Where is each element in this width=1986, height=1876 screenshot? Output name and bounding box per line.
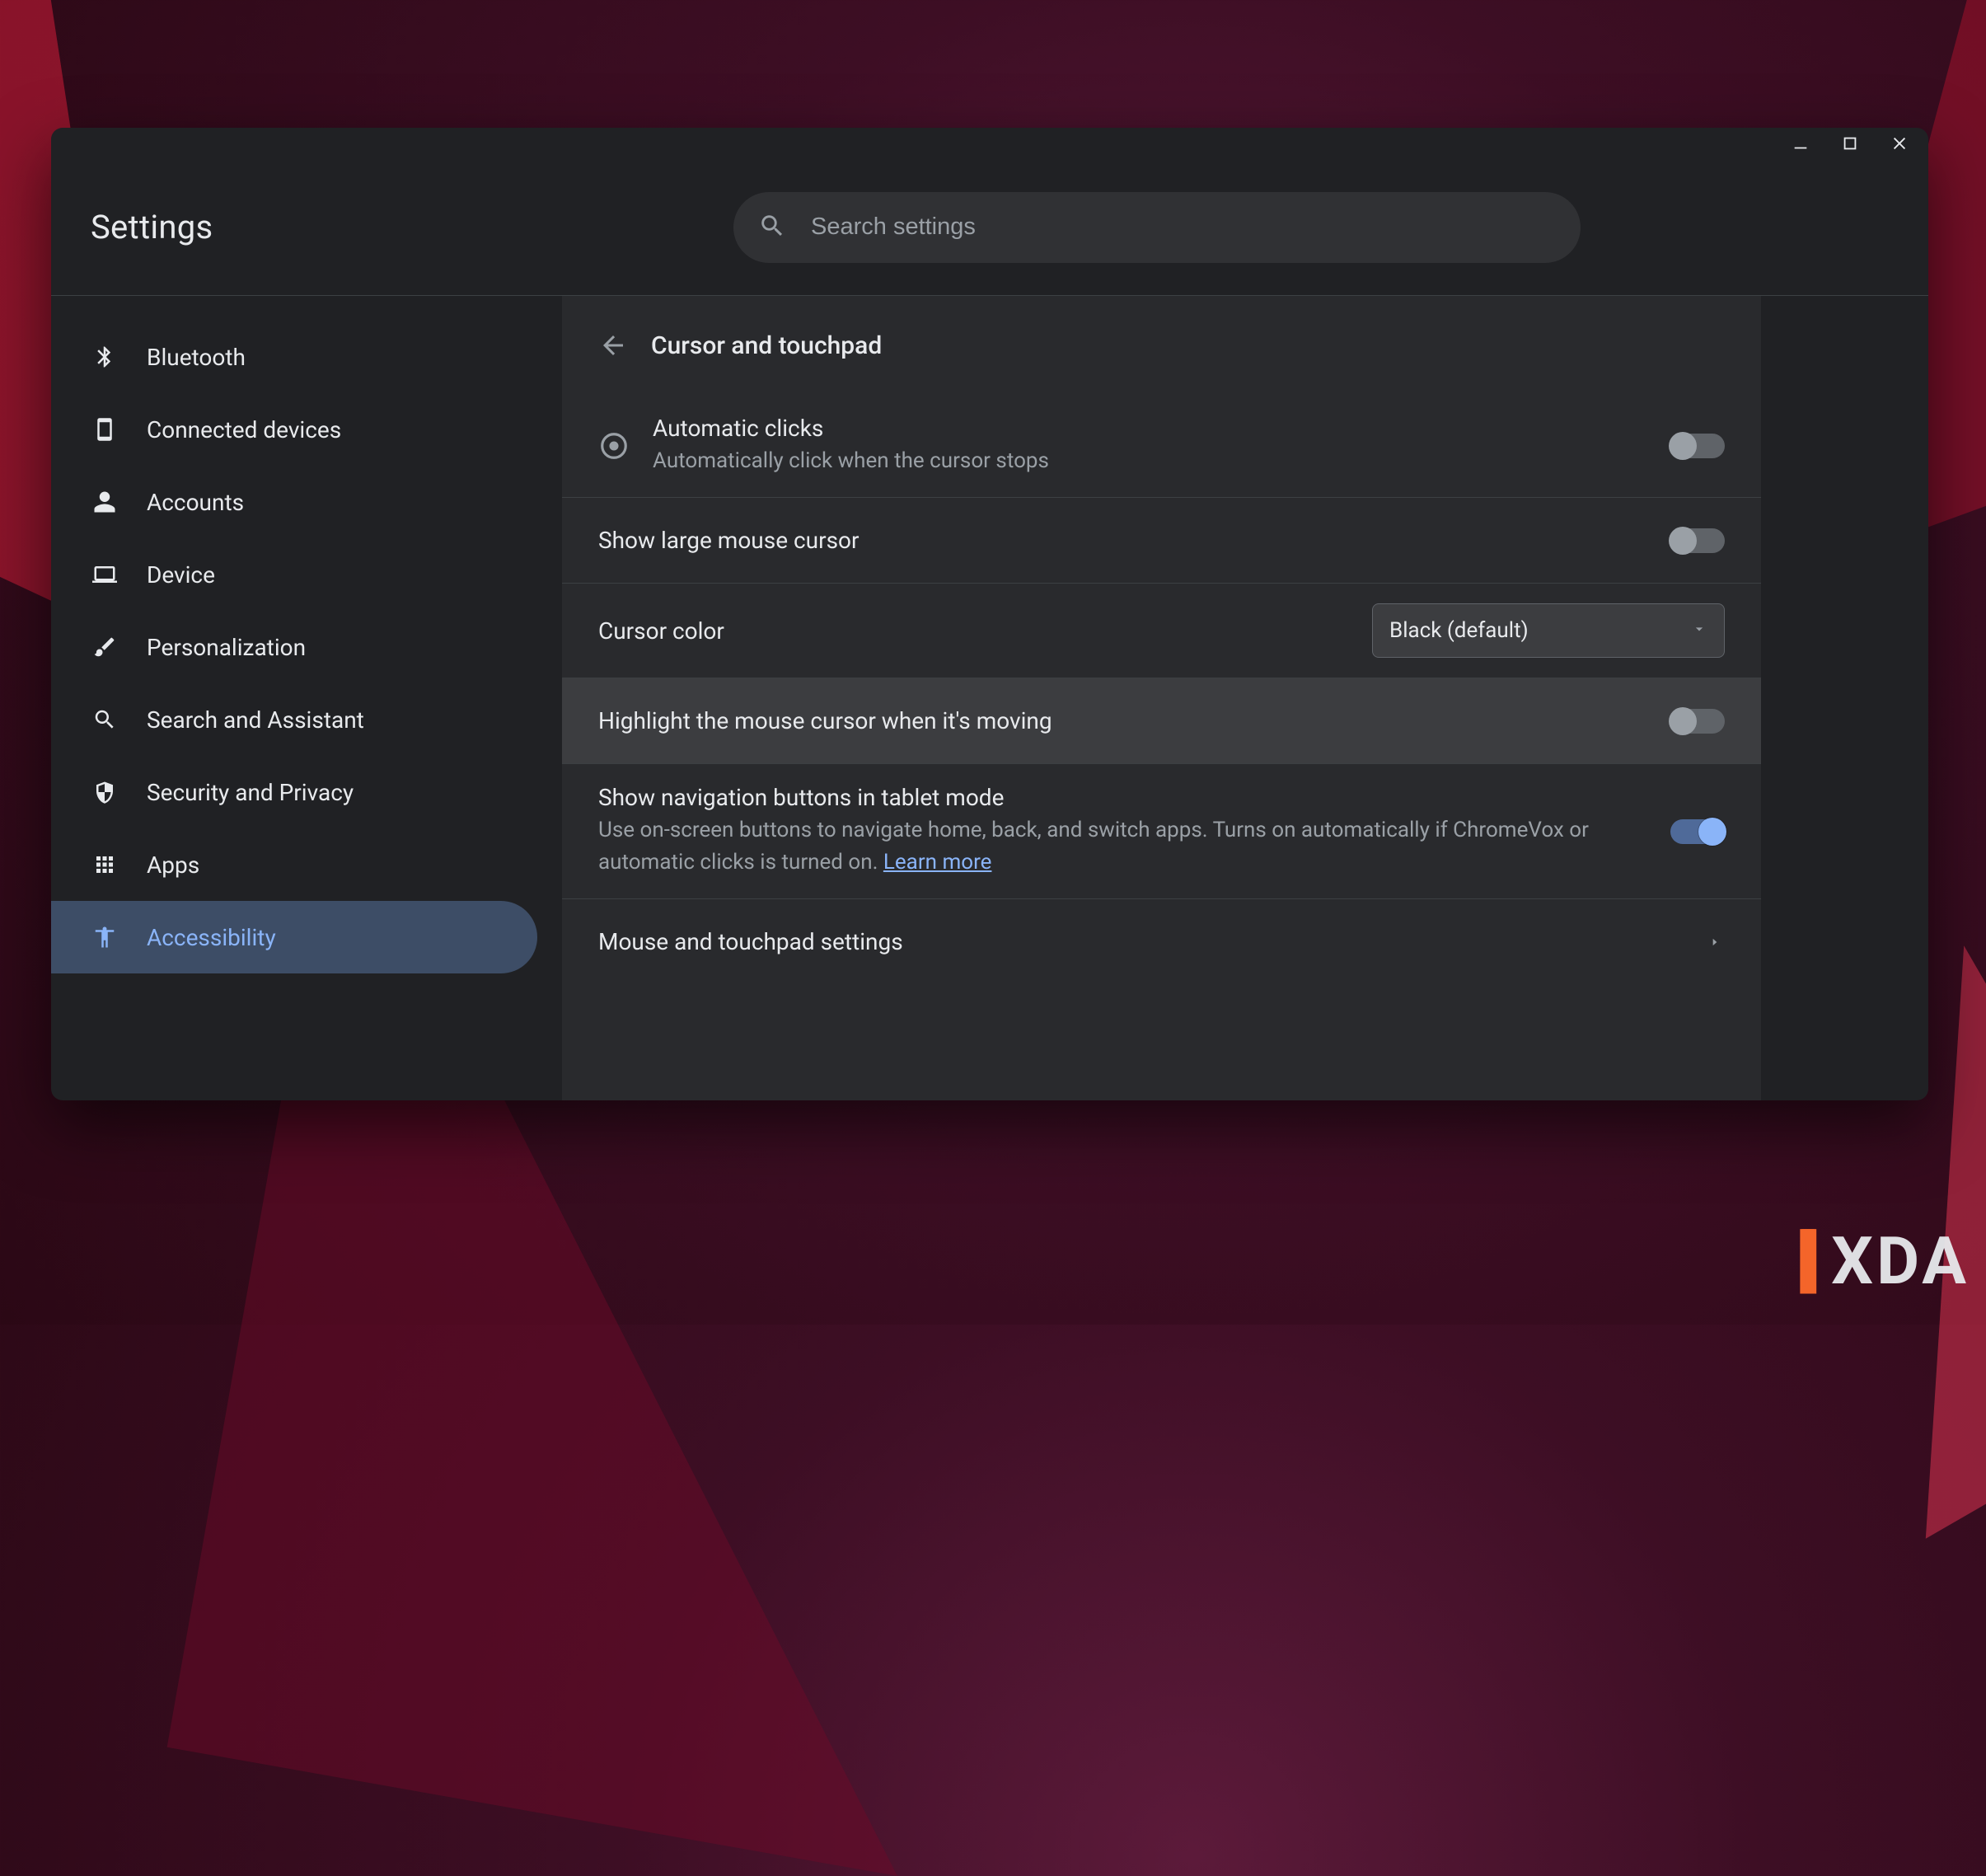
- sidebar-item-bluetooth[interactable]: Bluetooth: [51, 321, 537, 393]
- xda-watermark: [] XDA: [1796, 1222, 1970, 1300]
- search-icon: [91, 706, 119, 734]
- app-title: Settings: [91, 208, 733, 246]
- toggle-highlight-cursor[interactable]: [1670, 709, 1725, 734]
- row-nav-tablet: Show navigation buttons in tablet mode U…: [562, 763, 1761, 898]
- sidebar-item-label: Search and Assistant: [147, 706, 364, 734]
- row-highlight-cursor: Highlight the mouse cursor when it's mov…: [562, 678, 1761, 763]
- row-title: Mouse and touchpad settings: [598, 928, 1682, 955]
- search-box[interactable]: [733, 192, 1581, 263]
- toggle-large-cursor[interactable]: [1670, 528, 1725, 553]
- content-wrap: Cursor and touchpad Automatic clicks Aut…: [562, 296, 1928, 1100]
- target-icon: [598, 430, 630, 462]
- maximize-button[interactable]: [1829, 128, 1871, 159]
- dropdown-value: Black (default): [1389, 618, 1529, 643]
- dropdown-cursor-color[interactable]: Black (default): [1372, 603, 1725, 658]
- chevron-down-icon: [1691, 618, 1707, 643]
- accessibility-icon: [91, 923, 119, 951]
- learn-more-link[interactable]: Learn more: [883, 850, 992, 875]
- row-subtitle: Use on-screen buttons to navigate home, …: [598, 814, 1647, 879]
- sidebar-item-label: Security and Privacy: [147, 779, 354, 806]
- app-header: Settings: [51, 159, 1928, 296]
- bracket-icon: [: [1796, 1224, 1818, 1299]
- sidebar-item-security-privacy[interactable]: Security and Privacy: [51, 756, 537, 828]
- settings-body: Bluetooth Connected devices Accounts Dev…: [51, 296, 1928, 1100]
- bluetooth-icon: [91, 343, 119, 371]
- sidebar-item-label: Bluetooth: [147, 344, 246, 371]
- shield-icon: [91, 778, 119, 806]
- sidebar-item-device[interactable]: Device: [51, 538, 537, 611]
- person-icon: [91, 488, 119, 516]
- back-button[interactable]: [595, 327, 631, 363]
- window-titlebar: [51, 128, 1928, 159]
- row-label: Mouse and touchpad settings: [598, 928, 1682, 955]
- minimize-button[interactable]: [1780, 128, 1821, 159]
- sidebar-item-label: Apps: [147, 851, 199, 879]
- sidebar-item-label: Personalization: [147, 634, 306, 661]
- row-title: Automatic clicks: [653, 415, 1647, 442]
- page-header: Cursor and touchpad: [562, 296, 1761, 395]
- apps-icon: [91, 851, 119, 879]
- chevron-right-icon: [1705, 932, 1725, 952]
- row-label: Show navigation buttons in tablet mode U…: [598, 784, 1647, 879]
- sidebar-item-label: Accounts: [147, 489, 244, 516]
- search-icon: [758, 212, 786, 243]
- content-panel: Cursor and touchpad Automatic clicks Aut…: [562, 296, 1761, 1100]
- row-title: Highlight the mouse cursor when it's mov…: [598, 707, 1647, 734]
- sidebar-item-search-assistant[interactable]: Search and Assistant: [51, 683, 537, 756]
- search-input[interactable]: [811, 213, 1556, 241]
- row-subtitle: Automatically click when the cursor stop…: [653, 445, 1647, 477]
- row-mouse-touchpad[interactable]: Mouse and touchpad settings: [562, 898, 1761, 984]
- row-label: Show large mouse cursor: [598, 527, 1647, 554]
- row-title: Show large mouse cursor: [598, 527, 1647, 554]
- sidebar: Bluetooth Connected devices Accounts Dev…: [51, 296, 562, 1100]
- close-button[interactable]: [1879, 128, 1920, 159]
- row-cursor-color: Cursor color Black (default): [562, 583, 1761, 678]
- row-label: Automatic clicks Automatically click whe…: [653, 415, 1647, 477]
- row-label: Cursor color: [598, 617, 1349, 645]
- settings-list: Automatic clicks Automatically click whe…: [562, 395, 1761, 984]
- sidebar-item-accessibility[interactable]: Accessibility: [51, 901, 537, 973]
- watermark-text: XDA: [1831, 1222, 1970, 1300]
- sidebar-item-label: Connected devices: [147, 416, 341, 443]
- devices-icon: [91, 415, 119, 443]
- row-label: Highlight the mouse cursor when it's mov…: [598, 707, 1647, 734]
- row-large-cursor: Show large mouse cursor: [562, 497, 1761, 583]
- settings-window: Settings Bluetooth Connected devices: [51, 128, 1928, 1100]
- sidebar-item-connected-devices[interactable]: Connected devices: [51, 393, 537, 466]
- row-subtitle-text: Use on-screen buttons to navigate home, …: [598, 818, 1589, 875]
- brush-icon: [91, 633, 119, 661]
- sidebar-item-label: Accessibility: [147, 924, 276, 951]
- sidebar-item-apps[interactable]: Apps: [51, 828, 537, 901]
- page-title: Cursor and touchpad: [651, 331, 882, 360]
- sidebar-item-personalization[interactable]: Personalization: [51, 611, 537, 683]
- row-title: Cursor color: [598, 617, 1349, 645]
- laptop-icon: [91, 560, 119, 589]
- sidebar-item-accounts[interactable]: Accounts: [51, 466, 537, 538]
- row-title: Show navigation buttons in tablet mode: [598, 784, 1647, 811]
- toggle-automatic-clicks[interactable]: [1670, 434, 1725, 458]
- row-automatic-clicks: Automatic clicks Automatically click whe…: [562, 395, 1761, 497]
- sidebar-item-label: Device: [147, 561, 215, 589]
- toggle-nav-tablet[interactable]: [1670, 819, 1725, 844]
- bracket-icon: ]: [1801, 1224, 1823, 1299]
